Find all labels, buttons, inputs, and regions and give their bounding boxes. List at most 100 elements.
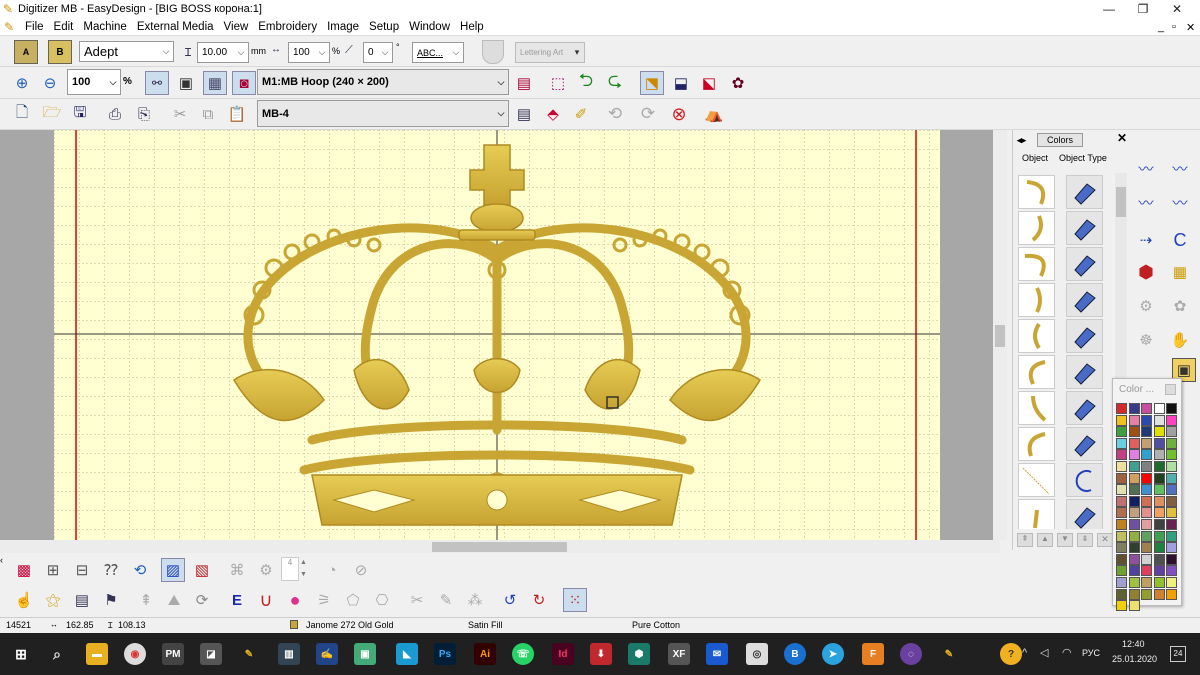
forward-icon[interactable]: ⮎ [603, 70, 627, 95]
color-swatch[interactable] [1116, 542, 1127, 554]
color-swatch[interactable] [1128, 565, 1140, 577]
design-canvas[interactable] [0, 130, 1005, 540]
image-icon[interactable]: ▣ [354, 643, 376, 665]
color-swatch[interactable] [1141, 472, 1152, 484]
color-swatch[interactable] [1153, 530, 1165, 542]
color-swatch[interactable] [1116, 507, 1127, 519]
color-swatch[interactable] [1153, 437, 1165, 449]
height-field[interactable]: 10.00 ⌵ [197, 42, 249, 63]
grid-icon[interactable]: ▦ [203, 71, 227, 95]
color-swatch[interactable] [1153, 472, 1165, 484]
swirl-app-icon[interactable]: ◌ [900, 643, 922, 665]
tray-chevron-icon[interactable]: ^ [1022, 647, 1027, 659]
stepper-arrows-icon[interactable]: ▲ ▼ [300, 557, 312, 581]
satin-type-icon[interactable] [1066, 247, 1103, 281]
color-swatch[interactable] [1128, 542, 1140, 554]
color-swatch[interactable] [1128, 553, 1140, 565]
color-swatch[interactable] [1141, 414, 1152, 426]
satin-type-icon[interactable] [1066, 283, 1103, 317]
object-thumb[interactable] [1018, 247, 1055, 281]
object-thumb[interactable] [1018, 211, 1055, 245]
shape-icon[interactable]: ⬠ [341, 588, 365, 612]
font-select[interactable]: Adept ⌵ [79, 41, 174, 62]
windows-start-icon[interactable]: ⊞ [10, 643, 32, 665]
satin-alt-tool-icon[interactable]: 〰 [1168, 156, 1192, 180]
move-last-icon[interactable]: ⇟ [1077, 533, 1093, 547]
crown-design[interactable] [54, 130, 940, 540]
run-tool-icon[interactable]: ⇢ [1134, 228, 1158, 252]
color-swatch[interactable] [1153, 484, 1165, 496]
menu-window[interactable]: Window [404, 21, 455, 33]
applique-tool-icon[interactable]: ⬢ [1134, 260, 1158, 284]
color-swatch[interactable] [1128, 495, 1140, 507]
color-swatch[interactable] [1153, 449, 1165, 461]
color-swatch[interactable] [1116, 577, 1127, 588]
send-icon[interactable]: ⬘ [541, 102, 565, 126]
b-app-icon[interactable]: B [784, 643, 806, 665]
color-swatch[interactable] [1141, 484, 1152, 496]
machine-select[interactable]: MB-4 ⌵ [257, 100, 509, 127]
print-preview-icon[interactable]: ⎘ [132, 102, 156, 126]
color-swatch[interactable] [1116, 414, 1127, 426]
network-icon[interactable]: ◠ [1062, 646, 1072, 659]
color-sort-icon[interactable]: ⁙ [563, 588, 587, 612]
flower-icon[interactable]: ✿ [726, 71, 750, 95]
color-swatch[interactable] [1128, 426, 1140, 438]
color-swatch[interactable] [1141, 461, 1152, 472]
remove-block-icon[interactable]: ⊟ [70, 558, 94, 582]
lettering-tool-icon[interactable]: ▦ [1168, 260, 1192, 284]
color-swatch[interactable] [1166, 519, 1177, 530]
monogram-icon[interactable]: B [48, 40, 72, 64]
scissors-icon[interactable]: ✂ [405, 588, 429, 612]
digitizer-icon[interactable]: ✎ [238, 643, 260, 665]
color-swatch[interactable] [1166, 437, 1177, 449]
wand-select-icon[interactable]: ⚝ [41, 588, 65, 612]
copy-icon[interactable]: ⧉ [196, 102, 220, 126]
download-icon[interactable]: ⬇ [590, 643, 612, 665]
color-swatch[interactable] [1141, 530, 1152, 542]
notification-center-icon[interactable]: 24 [1170, 646, 1186, 662]
angle-field[interactable]: 0 ⌵ [363, 42, 393, 63]
color-swatch[interactable] [1128, 530, 1140, 542]
panel-nav-icon[interactable]: ◂▸ [1017, 135, 1026, 146]
color-swatch[interactable] [1128, 472, 1140, 484]
color-swatch[interactable] [1116, 484, 1127, 496]
color-swatch[interactable] [1141, 437, 1152, 449]
color-swatch[interactable] [1141, 449, 1152, 461]
menu-external-media[interactable]: External Media [132, 21, 219, 33]
indesign-icon[interactable]: Id [552, 643, 574, 665]
color-swatch[interactable] [1141, 495, 1152, 507]
mountain-icon[interactable]: ⛰ [162, 588, 186, 612]
query-icon[interactable]: ⁇ [99, 558, 123, 582]
refresh-icon[interactable]: ⟳ [190, 588, 214, 612]
color-swatch[interactable] [1166, 403, 1177, 414]
color-swatch[interactable] [1116, 461, 1127, 472]
hoop-settings-icon[interactable]: ▤ [512, 71, 536, 95]
pie-icon[interactable]: ◔ [320, 558, 344, 582]
menu-help[interactable]: Help [455, 21, 489, 33]
scroll-left-icon[interactable]: ‹ [0, 555, 8, 565]
vertical-scroll-thumb[interactable] [995, 325, 1005, 347]
menu-image[interactable]: Image [322, 21, 364, 33]
color-swatch[interactable] [1166, 542, 1177, 554]
color-swatch[interactable] [1128, 414, 1140, 426]
menu-setup[interactable]: Setup [364, 21, 404, 33]
volume-icon[interactable]: ◁ [1040, 646, 1048, 659]
stitch-view-icon[interactable]: ⚯ [145, 71, 169, 95]
select-icon[interactable]: ⬔ [640, 71, 664, 95]
color-swatch[interactable] [1141, 426, 1152, 438]
palette-icon[interactable]: ▩ [12, 558, 36, 582]
object-thumb[interactable] [1018, 319, 1055, 353]
disk-app-icon[interactable]: ◎ [746, 643, 768, 665]
object-thumb[interactable] [1018, 463, 1055, 497]
menu-view[interactable]: View [219, 21, 254, 33]
object-list[interactable] [1016, 173, 1114, 529]
lettering-art-select[interactable]: Lettering Art ▾ [515, 42, 585, 63]
vertical-scrollbar[interactable] [993, 130, 1007, 540]
node-icon[interactable]: ⌘ [225, 558, 249, 582]
object-thumb[interactable] [1018, 355, 1055, 389]
width-field[interactable]: 100 ⌵ [288, 42, 330, 63]
color-swatch[interactable] [1128, 507, 1140, 519]
color-swatch[interactable] [1153, 414, 1165, 426]
color-swatch[interactable] [1128, 449, 1140, 461]
